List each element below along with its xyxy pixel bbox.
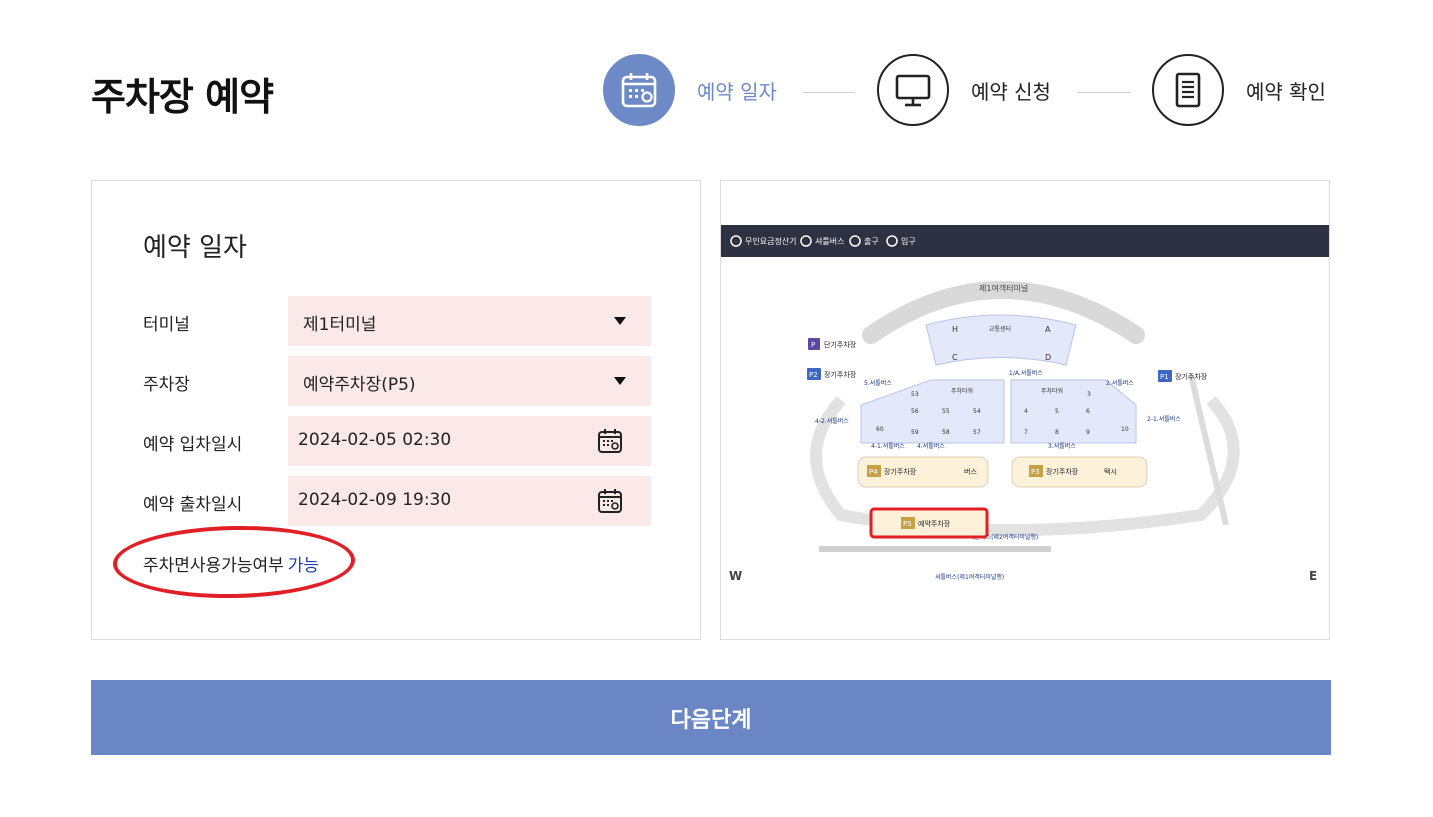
parking-lot-label: 주차장	[143, 375, 190, 395]
step-connector	[803, 92, 855, 93]
zone-label: 58	[942, 429, 950, 436]
section-title: 예약 일자	[143, 233, 247, 263]
document-icon	[1175, 72, 1201, 108]
step-apply-label: 예약 신청	[971, 79, 1051, 104]
caret-down-icon	[614, 377, 626, 385]
step-confirm: 예약 확인	[1152, 54, 1326, 126]
parking-lot-row: 주차장 예약주차장(P5)	[143, 356, 651, 406]
exit-datetime-field[interactable]: 2024-02-09 19:30	[288, 476, 651, 526]
zone-label: 4	[1024, 408, 1028, 415]
compass-west: W	[729, 569, 742, 583]
calendar-picker-icon[interactable]	[597, 428, 623, 454]
zone-label: 3	[1087, 391, 1091, 398]
p2-label: 장기주차장	[824, 370, 857, 379]
shuttle-stop-label: 4.셔틀버스	[917, 442, 945, 450]
compass-east: E	[1309, 569, 1317, 583]
zone-label: 55	[942, 408, 950, 415]
exit-datetime-value: 2024-02-09 19:30	[298, 490, 452, 510]
caret-down-icon	[614, 317, 626, 325]
gate-label: C	[952, 353, 958, 362]
step-date: 예약 일자	[603, 54, 777, 126]
entry-datetime-value: 2024-02-05 02:30	[298, 430, 452, 450]
terminal-value: 제1터미널	[303, 315, 377, 335]
reservation-form-panel: 예약 일자 터미널 제1터미널 주차장 예약주차장(P5) 예약 입차일시 20…	[91, 180, 701, 640]
legend-item: 셔틀버스	[815, 236, 844, 246]
entry-datetime-label: 예약 입차일시	[143, 435, 243, 455]
shuttle-stop-label: 4-2.셔틀버스	[815, 417, 849, 425]
legend-item: 입구	[901, 237, 916, 246]
terminal-row: 터미널 제1터미널	[143, 296, 651, 346]
calendar-picker-icon[interactable]	[597, 488, 623, 514]
exit-datetime-row: 예약 출차일시 2024-02-09 19:30	[143, 476, 651, 526]
p4-label: 장기주차장	[884, 467, 917, 476]
p5-badge: P5	[903, 520, 912, 528]
zone-label: 6	[1086, 408, 1090, 415]
map-legend-bar	[721, 225, 1329, 257]
parking-tower-right	[1010, 379, 1137, 444]
shuttle-stop-label: 5.셔틀버스	[864, 379, 892, 387]
availability-highlight-circle	[112, 523, 356, 601]
zone-label: 9	[1086, 429, 1090, 436]
parking-lot-value: 예약주차장(P5)	[303, 375, 416, 395]
shuttle-stop-label: 2-1.셔틀버스	[1147, 415, 1181, 423]
step-apply: 예약 신청	[877, 54, 1051, 126]
parking-tower-left	[860, 379, 1005, 444]
step-connector	[1078, 92, 1130, 93]
p4-side-label: 버스	[964, 467, 977, 476]
shuttle-stop-label: 4-1.셔틀버스	[871, 442, 905, 450]
parking-map-panel: 무인요금정산기 셔틀버스 출구 입구 제1여객터미널 교통센터 H A C D …	[720, 180, 1330, 640]
step-confirm-label: 예약 확인	[1246, 79, 1326, 104]
p2-badge: P2	[809, 371, 818, 379]
zone-label: 57	[973, 429, 981, 436]
zone-label: 59	[911, 429, 919, 436]
gate-label: D	[1045, 353, 1051, 362]
next-step-button[interactable]: 다음단계	[91, 680, 1331, 755]
tower-label: 주차타워	[1041, 387, 1063, 395]
parking-lot-select[interactable]: 예약주차장(P5)	[288, 356, 651, 406]
legend-item: 무인요금정산기	[745, 236, 797, 246]
short-term-label: 단기주차장	[824, 340, 857, 349]
shuttle-stop-label: 셔틀버스(제1여객터미널행)	[935, 573, 1004, 581]
step-date-circle	[603, 54, 675, 126]
entry-datetime-row: 예약 입차일시 2024-02-05 02:30	[143, 416, 651, 466]
zone-label: 56	[911, 408, 919, 415]
step-confirm-circle	[1152, 54, 1224, 126]
parking-map: 무인요금정산기 셔틀버스 출구 입구 제1여객터미널 교통센터 H A C D …	[721, 225, 1329, 583]
zone-label: 53	[911, 391, 919, 398]
gate-label: H	[952, 325, 958, 334]
shuttle-stop-label: 2.셔틀버스	[1106, 379, 1134, 387]
step-date-label: 예약 일자	[697, 79, 777, 104]
step-indicator: 예약 일자 예약 신청 예약 확인	[603, 54, 1333, 130]
tower-label: 주차타워	[951, 387, 973, 395]
transport-center-label: 교통센터	[989, 325, 1011, 333]
zone-label: 8	[1055, 429, 1059, 436]
p5-label: 예약주차장	[918, 519, 951, 528]
exit-datetime-label: 예약 출차일시	[143, 495, 243, 515]
step-apply-circle	[877, 54, 949, 126]
zone-label: 60	[876, 426, 884, 433]
p4-badge: P4	[869, 468, 878, 476]
gate-label: A	[1045, 325, 1051, 334]
shuttle-stop-label: 1/A.셔틀버스	[1009, 369, 1043, 377]
p3-side-label: 택시	[1104, 467, 1117, 476]
zone-label: 10	[1121, 426, 1129, 433]
p1-label: 장기주차장	[1175, 372, 1208, 381]
zone-label: 54	[973, 408, 981, 415]
calendar-icon	[621, 73, 657, 108]
transport-center	[925, 314, 1077, 366]
entry-datetime-field[interactable]: 2024-02-05 02:30	[288, 416, 651, 466]
monitor-icon	[895, 74, 931, 107]
zone-label: 5	[1055, 408, 1059, 415]
zone-label: 7	[1024, 429, 1028, 436]
p3-label: 장기주차장	[1046, 467, 1079, 476]
legend-item: 출구	[864, 236, 879, 246]
terminal-label: 터미널	[143, 315, 190, 335]
p3-badge: P3	[1031, 468, 1040, 476]
terminal-label: 제1여객터미널	[979, 283, 1028, 293]
page-title: 주차장 예약	[91, 75, 274, 119]
short-term-badge: P	[811, 341, 815, 349]
shuttle-stop-label: 3.셔틀버스	[1048, 442, 1076, 450]
terminal-select[interactable]: 제1터미널	[288, 296, 651, 346]
p1-badge: P1	[1160, 373, 1169, 381]
